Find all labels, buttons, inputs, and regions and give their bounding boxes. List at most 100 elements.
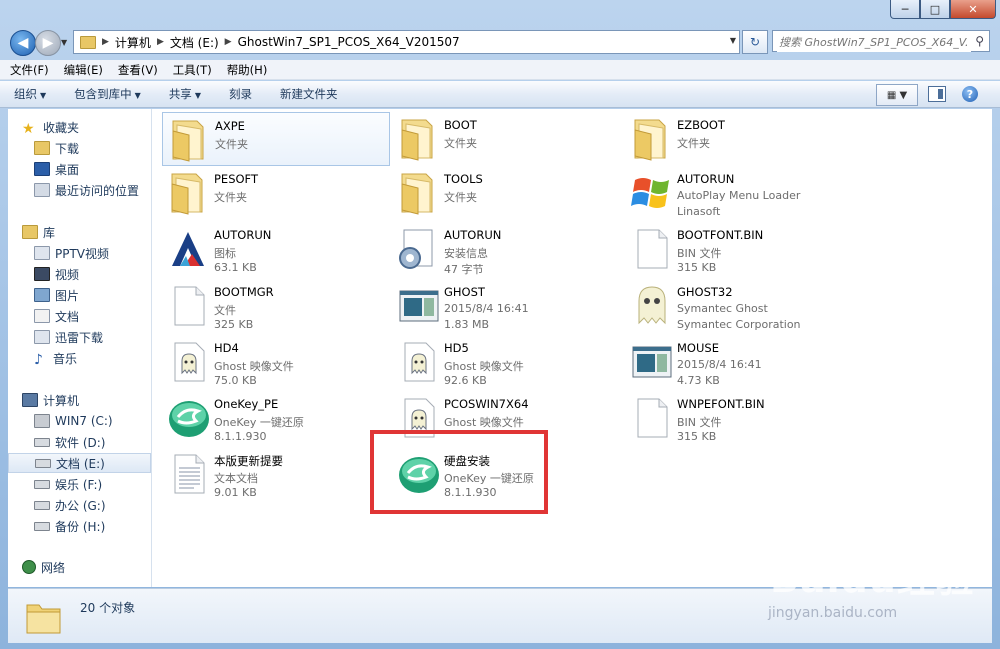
search-box[interactable]: ⚲ <box>772 30 990 52</box>
nav-label: 库 <box>43 225 56 240</box>
menu-tools[interactable]: 工具(T) <box>173 62 212 78</box>
share-button[interactable]: 共享 ▼ <box>169 86 201 102</box>
file-item[interactable]: BOOTFONT.BIN BIN 文件 315 KB <box>625 222 853 276</box>
desktop-icon <box>34 162 50 176</box>
include-in-library-button[interactable]: 包含到库中 ▼ <box>74 86 141 102</box>
folder-icon <box>80 35 96 49</box>
network-icon <box>22 560 36 574</box>
chevron-right-icon[interactable]: ▶ <box>223 37 234 47</box>
file-item[interactable]: GHOST32 Symantec Ghost Symantec Corporatio… <box>625 279 853 333</box>
pictures-icon <box>34 288 50 302</box>
minimize-button[interactable]: ─ <box>890 0 920 19</box>
file-name: WNPEFONT.BIN <box>677 397 765 411</box>
breadcrumb-current-folder[interactable]: GhostWin7_SP1_PCOS_X64_V201507 <box>234 35 464 49</box>
nav-favorites[interactable]: ★ 收藏夹 <box>22 117 165 138</box>
file-detail: 92.6 KB <box>444 374 487 387</box>
watermark-logo: Baidu经验 <box>770 557 975 601</box>
nav-label: 图片 <box>55 288 80 303</box>
drive-icon <box>35 458 51 468</box>
menu-view[interactable]: 查看(V) <box>118 62 158 78</box>
library-doc-icon <box>34 330 50 344</box>
nav-libraries[interactable]: 库 <box>22 222 165 242</box>
breadcrumb-drive-e[interactable]: 文档 (E:) <box>166 34 223 51</box>
file-name: GHOST32 <box>677 285 733 299</box>
file-detail: AutoPlay Menu Loader <box>677 189 801 202</box>
library-icon <box>22 225 38 239</box>
organize-button[interactable]: 组织 ▼ <box>14 86 46 102</box>
file-item[interactable]: WNPEFONT.BIN BIN 文件 315 KB <box>625 391 853 445</box>
close-button[interactable]: ✕ <box>950 0 996 19</box>
help-button[interactable]: ? <box>962 86 978 102</box>
chevron-right-icon[interactable]: ▶ <box>100 37 111 47</box>
file-item[interactable]: GHOST 2015/8/4 16:41 1.83 MB <box>392 279 620 333</box>
nav-label: 网络 <box>41 560 66 575</box>
nav-label: 迅雷下载 <box>55 330 104 345</box>
nav-label: 音乐 <box>53 351 78 366</box>
file-item[interactable]: TOOLS 文件夹 <box>392 166 620 220</box>
file-item[interactable]: HD4 Ghost 映像文件 75.0 KB <box>162 335 390 389</box>
nav-label: 计算机 <box>43 393 80 408</box>
preview-pane-button[interactable] <box>928 86 946 102</box>
nav-label: 视频 <box>55 267 80 282</box>
blank-file-icon <box>166 283 212 329</box>
documents-icon <box>34 309 50 323</box>
address-bar[interactable]: ▶ 计算机 ▶ 文档 (E:) ▶ GhostWin7_SP1_PCOS_X64… <box>73 30 740 54</box>
nav-network[interactable]: 网络 <box>22 557 165 577</box>
file-detail: Ghost 映像文件 <box>444 360 524 373</box>
nav-label: 收藏夹 <box>43 120 80 135</box>
file-detail: OneKey 一键还原 <box>214 416 304 429</box>
breadcrumb-computer[interactable]: 计算机 <box>111 34 155 51</box>
nav-label: 文档 <box>55 309 80 324</box>
file-item[interactable]: PESOFT 文件夹 <box>162 166 390 220</box>
search-input[interactable] <box>777 32 971 52</box>
menu-edit[interactable]: 编辑(E) <box>64 62 103 78</box>
file-item[interactable]: AXPE 文件夹 <box>162 112 390 166</box>
file-item[interactable]: 本版更新提要 文本文档 9.01 KB <box>162 447 390 501</box>
folder-icon <box>167 117 213 163</box>
file-detail: BIN 文件 <box>677 247 722 260</box>
nav-computer[interactable]: 计算机 <box>22 390 165 410</box>
back-button[interactable]: ◀ <box>10 30 36 56</box>
file-item[interactable]: BOOTMGR 文件 325 KB <box>162 279 390 333</box>
nav-label: 下载 <box>55 141 80 156</box>
nav-label: 最近访问的位置 <box>55 183 140 198</box>
file-item[interactable]: AUTORUN 图标 63.1 KB <box>162 222 390 276</box>
chevron-right-icon[interactable]: ▶ <box>155 37 166 47</box>
nav-drive-e[interactable]: 文档 (E:) <box>8 453 151 473</box>
nav-label: 文档 (E:) <box>56 456 105 471</box>
file-detail: 文件夹 <box>444 191 477 204</box>
search-icon[interactable]: ⚲ <box>975 34 984 48</box>
folder-icon <box>396 116 442 162</box>
blank-file-icon <box>629 226 675 272</box>
folder-icon <box>166 170 212 216</box>
recent-pages-dropdown[interactable]: ▼ <box>61 38 67 47</box>
new-folder-button[interactable]: 新建文件夹 <box>280 86 338 102</box>
file-detail: Symantec Ghost <box>677 302 768 315</box>
forward-button[interactable]: ▶ <box>35 30 61 56</box>
menu-help[interactable]: 帮助(H) <box>227 62 268 78</box>
change-view-button[interactable]: ▦ ▼ <box>876 84 918 106</box>
file-item[interactable]: MOUSE 2015/8/4 16:41 4.73 KB <box>625 335 853 389</box>
chevron-down-icon: ▼ <box>40 91 47 100</box>
chevron-down-icon: ▼ <box>899 89 908 101</box>
library-doc-icon <box>34 246 50 260</box>
file-item[interactable]: BOOT 文件夹 <box>392 112 620 166</box>
file-detail: 63.1 KB <box>214 261 257 274</box>
file-item[interactable]: AUTORUN AutoPlay Menu Loader Linasoft <box>625 166 853 220</box>
file-item[interactable]: OneKey_PE OneKey 一键还原 8.1.1.930 <box>162 391 390 445</box>
app-window-icon <box>396 283 442 329</box>
drive-icon <box>34 521 50 531</box>
watermark-url: jingyan.baidu.com <box>768 605 898 621</box>
file-item[interactable]: AUTORUN 安装信息 47 字节 <box>392 222 620 276</box>
file-detail: Ghost 映像文件 <box>214 360 294 373</box>
file-detail: 文件夹 <box>214 191 247 204</box>
app-window-icon <box>629 339 675 385</box>
file-item[interactable]: EZBOOT 文件夹 <box>625 112 853 166</box>
file-item[interactable]: HD5 Ghost 映像文件 92.6 KB <box>392 335 620 389</box>
maximize-button[interactable]: □ <box>920 0 950 19</box>
chevron-down-icon[interactable]: ▼ <box>730 36 736 45</box>
menu-file[interactable]: 文件(F) <box>10 62 49 78</box>
refresh-button[interactable]: ↻ <box>742 30 768 54</box>
file-detail: 2015/8/4 16:41 <box>677 358 762 371</box>
burn-button[interactable]: 刻录 <box>229 86 252 102</box>
